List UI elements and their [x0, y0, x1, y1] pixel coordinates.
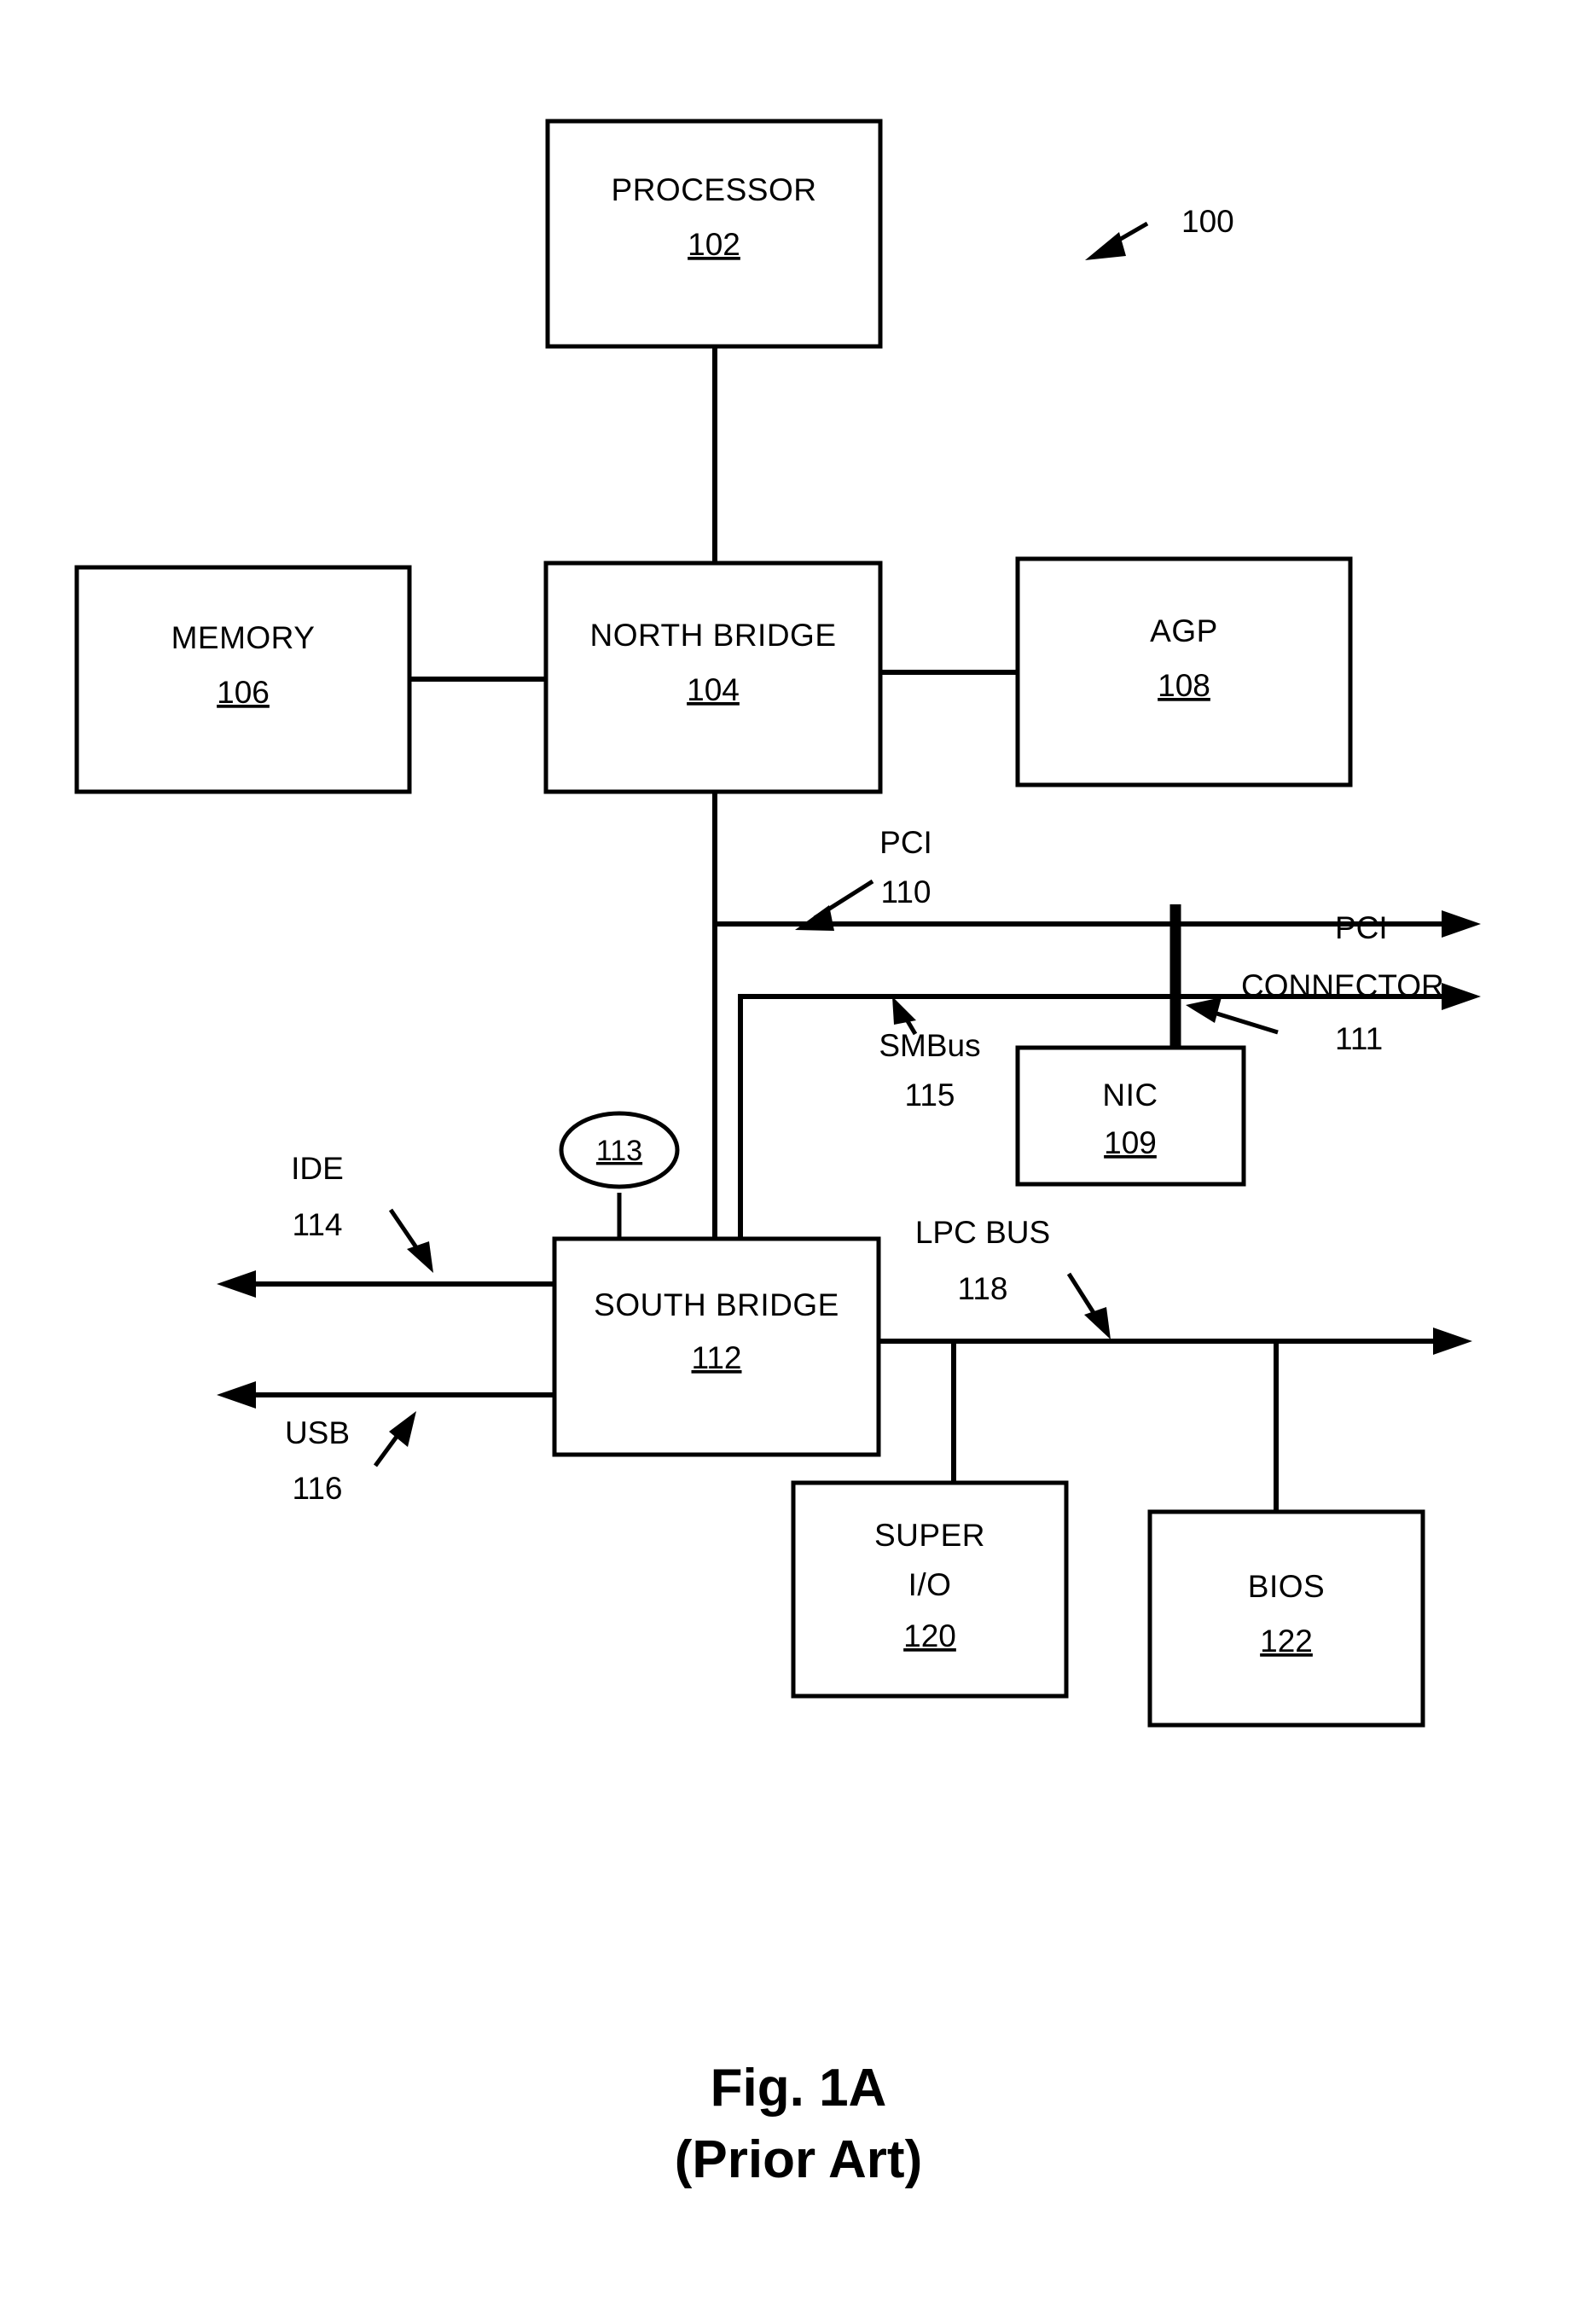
system-ref-label: 100 [1181, 204, 1234, 239]
bus-pci-connector-leader-arrowhead [1186, 997, 1222, 1023]
bus-pci-connector-leader [1210, 1009, 1279, 1035]
lpc-bus-arrowhead [1433, 1328, 1472, 1355]
block-super-io-label-line2: I/O [908, 1567, 952, 1602]
pci-bus-arrowhead [1442, 910, 1481, 938]
block-super-io-label-line1: SUPER [874, 1518, 985, 1553]
block-north-bridge-label: NORTH BRIDGE [589, 618, 836, 653]
bus-usb-ref: 116 [293, 1471, 343, 1506]
bus-lpc-label: LPC BUS [915, 1215, 1050, 1250]
block-north-bridge-ref: 104 [687, 672, 740, 707]
block-south-bridge-label: SOUTH BRIDGE [594, 1287, 839, 1322]
bus-lpc-leader-arrowhead [1084, 1307, 1111, 1339]
bus-usb-label: USB [285, 1415, 350, 1450]
block-processor-ref: 102 [688, 227, 740, 262]
bus-ide-leader [388, 1208, 422, 1254]
bus-pci-ref: 110 [881, 874, 931, 909]
system-ref-arrowhead [1085, 232, 1126, 260]
block-bios-label: BIOS [1248, 1569, 1325, 1604]
block-bios-ref: 122 [1260, 1624, 1313, 1659]
block-processor-label: PROCESSOR [612, 172, 817, 207]
bus-ide-label: IDE [291, 1151, 344, 1186]
block-agp-ref: 108 [1158, 668, 1210, 703]
block-nic-label: NIC [1102, 1078, 1158, 1113]
smbus-arrowhead [1442, 983, 1481, 1010]
bus-pci-connector-ref: 111 [1335, 1021, 1383, 1056]
block-agp-label: AGP [1150, 613, 1218, 648]
figure-caption-line2: (Prior Art) [675, 2130, 922, 2189]
block-super-io-ref: 120 [903, 1618, 956, 1653]
block-bios [1147, 1509, 1425, 1728]
bus-smbus-leader-arrowhead [892, 996, 916, 1025]
bus-pci-connector-label-line1: PCI [1335, 910, 1388, 945]
block-diagram-canvas: PROCESSOR 102 MEMORY 106 NORTH BRIDGE 10… [74, 119, 1481, 2189]
bus-pci-label: PCI [879, 825, 932, 860]
block-memory-label: MEMORY [171, 620, 316, 655]
block-nic [1015, 1045, 1246, 1187]
figure-caption-line1: Fig. 1A [711, 2059, 887, 2118]
bus-pci-connector-label-line2: CONNECTOR [1241, 968, 1444, 1003]
bus-ide-ref: 114 [293, 1207, 343, 1242]
usb-arrowhead [217, 1381, 256, 1409]
bus-smbus-label: SMBus [879, 1028, 980, 1063]
callout-oval-113-ref: 113 [596, 1135, 642, 1167]
bus-smbus-ref: 115 [905, 1078, 955, 1113]
bus-lpc-ref: 118 [958, 1271, 1008, 1306]
bus-lpc-leader [1066, 1272, 1100, 1320]
block-south-bridge-ref: 112 [692, 1340, 742, 1375]
bus-pci-leader-arrowhead [795, 905, 834, 931]
ide-arrowhead [217, 1270, 256, 1298]
block-nic-ref: 109 [1104, 1125, 1157, 1160]
patent-figure: PROCESSOR 102 MEMORY 106 NORTH BRIDGE 10… [0, 0, 1596, 2324]
bus-ide-leader-arrowhead [407, 1241, 433, 1273]
block-memory-ref: 106 [217, 675, 270, 710]
